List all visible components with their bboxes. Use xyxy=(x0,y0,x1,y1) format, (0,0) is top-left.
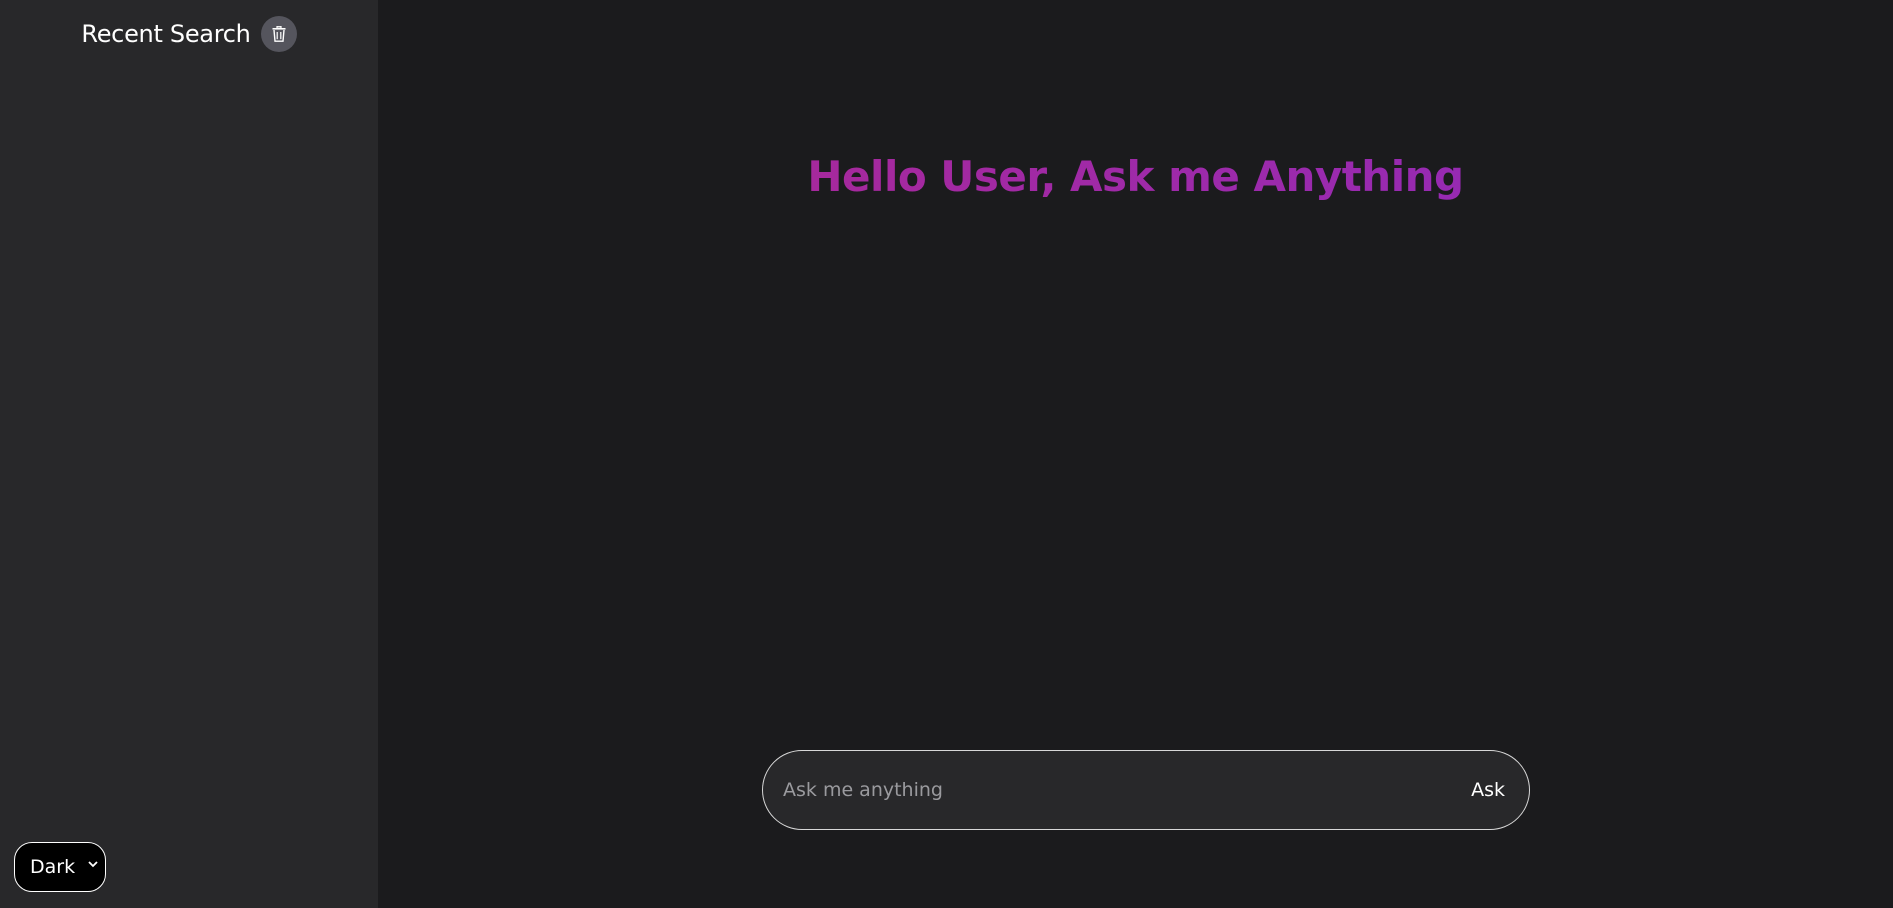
theme-select[interactable]: Dark xyxy=(14,842,106,892)
sidebar-header: Recent Search xyxy=(0,0,378,52)
sidebar-title: Recent Search xyxy=(81,20,251,48)
app-root: Recent Search Dark Hello User, Ask me An… xyxy=(0,0,1893,908)
clear-history-button[interactable] xyxy=(260,16,297,52)
trash-icon xyxy=(272,26,286,42)
main-panel: Hello User, Ask me Anything Ask xyxy=(378,0,1893,908)
ask-input[interactable] xyxy=(763,750,1472,830)
chevron-down-icon xyxy=(88,861,98,868)
ask-button[interactable]: Ask xyxy=(1471,779,1505,801)
sidebar: Recent Search Dark xyxy=(0,0,378,908)
greeting-heading: Hello User, Ask me Anything xyxy=(378,150,1893,200)
ask-bar: Ask xyxy=(762,750,1530,830)
theme-select-value: Dark xyxy=(30,856,76,878)
